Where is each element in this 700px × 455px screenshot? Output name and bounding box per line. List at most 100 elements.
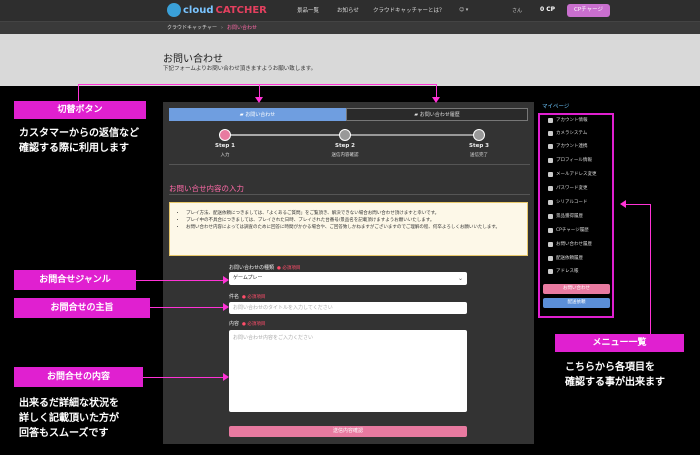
arrow-down-icon (432, 97, 440, 103)
connector-line (650, 204, 651, 334)
step-3-label: Step 3 (469, 143, 489, 149)
tab-history[interactable]: ▰ お問い合わせ履歴 (346, 108, 528, 121)
nav-prizes[interactable]: 景品一覧 (297, 6, 319, 14)
sidebar-item-label: メールアドレス変更 (556, 172, 597, 177)
logo-text-catcher: CATCHER (215, 4, 267, 16)
genre-label: お問い合わせの種類 ● 必須項目 (229, 264, 300, 271)
connector-line (78, 84, 79, 101)
step-1-sub: 入力 (220, 153, 230, 158)
nav-about[interactable]: クラウドキャッチャーとは？ (373, 6, 444, 14)
step-connector (351, 134, 473, 136)
required-text: 必須項目 (247, 295, 266, 300)
nav-news[interactable]: お知らせ (337, 6, 359, 14)
required-text: 必須項目 (247, 322, 266, 327)
content-description-3: 回答もスムーズです (19, 428, 109, 439)
sidebar-item-label: プロフィール情報 (556, 158, 592, 163)
form-section-title: お問い合せ内容の入力 (169, 184, 244, 193)
sidebar-item-profile[interactable]: プロフィール情報 (548, 157, 592, 163)
card-icon (548, 227, 553, 233)
tab-inquiry[interactable]: ▰ お問い合わせ (169, 108, 346, 121)
subject-input[interactable]: お問い合わせのタイトルを入力してください (229, 302, 467, 314)
page-title: お問い合わせ (163, 54, 223, 65)
connector-line (150, 307, 223, 308)
sidebar-item-prizes[interactable]: 景品獲得履歴 (548, 213, 583, 219)
breadcrumb-separator-icon: › (220, 25, 223, 31)
gift-icon (548, 213, 553, 219)
sidebar-item-label: アカウント連携 (556, 144, 588, 149)
sidebar-item-email[interactable]: メールアドレス変更 (548, 171, 597, 177)
key-icon (548, 185, 553, 191)
genre-select-value: ゲームプレー (233, 275, 263, 281)
step-1-label: Step 1 (215, 143, 235, 149)
connector-line (135, 280, 223, 281)
breadcrumb-current: お問い合わせ (226, 25, 257, 31)
sidebar-item-label: 配送依頼履歴 (556, 256, 583, 261)
sidebar-item-address[interactable]: アドレス帳 (548, 268, 579, 274)
notice-item: お問い合わせ内容によっては調査のために回答に時間がかかる場合や、ご回答致しかねま… (186, 224, 521, 231)
connector-line (78, 84, 436, 85)
arrow-right-icon (223, 373, 229, 381)
sidebar-title: マイページ (542, 104, 570, 110)
user-icon[interactable]: ☺ ▾ (459, 7, 468, 13)
required-badge: ● 必須項目 (277, 266, 301, 271)
sidebar-item-password[interactable]: パスワード変更 (548, 185, 588, 191)
notice-item: プレイ方法、配送依頼につきましては、「よくあるご質問」をご覧頂き、解決できない場… (186, 210, 521, 217)
divider (169, 194, 530, 195)
switch-description-2: 確認する際に利用します (19, 143, 129, 154)
chat-icon (548, 241, 553, 247)
content-description-2: 詳しく記載頂いた方が (19, 413, 119, 424)
cloud-logo-icon (167, 3, 181, 17)
sidebar-item-label: シリアルコード (556, 200, 588, 205)
sidebar-item-label: パスワード変更 (556, 186, 588, 191)
sidebar-item-label: アドレス帳 (556, 269, 579, 274)
sidebar-item-link[interactable]: アカウント連携 (548, 143, 588, 149)
sidebar-inquiry-button[interactable]: お問い合わせ (543, 284, 610, 294)
submit-confirm-button[interactable]: 送信内容確認 (229, 426, 467, 437)
genre-label-text: お問い合わせの種類 (229, 265, 275, 271)
user-name: さん (512, 8, 523, 14)
sidebar-item-label: カメラシステム (556, 131, 588, 136)
breadcrumb: クラウドキャッチャー › お問い合わせ (0, 22, 700, 34)
callout-genre: お問合せジャンル (14, 270, 136, 290)
switch-description-1: カスタマーからの返信など (19, 128, 139, 139)
sidebar-item-serial[interactable]: シリアルコード (548, 199, 587, 205)
notice-box: プレイ方法、配送依頼につきましては、「よくあるご質問」をご覧頂き、解決できない場… (169, 202, 528, 256)
callout-content: お問合せの内容 (14, 367, 143, 387)
sidebar-item-charge[interactable]: CPチャージ履歴 (548, 227, 589, 233)
menu-description-1: こちらから各項目を (565, 362, 655, 373)
sidebar-item-inquiry-history[interactable]: お問い合わせ履歴 (548, 241, 592, 247)
sidebar-item-camera[interactable]: カメラシステム (548, 130, 587, 136)
breadcrumb-home[interactable]: クラウドキャッチャー (167, 25, 217, 31)
genre-select[interactable]: ゲームプレー ⌄ (229, 272, 467, 285)
arrow-left-icon (620, 200, 626, 208)
connector-line (626, 204, 650, 205)
notice-item: プレイ中の不具合につきましては、プレイされた日時、プレイされた台番号/景品名を記… (186, 217, 521, 224)
subject-label: 件名 ● 必須項目 (229, 293, 265, 300)
truck-icon (548, 255, 553, 261)
step-connector (231, 134, 339, 136)
sidebar-item-label: お問い合わせ履歴 (556, 242, 592, 247)
arrow-right-icon (223, 276, 229, 284)
body-textarea[interactable]: お問い合わせ内容をご入力ください (229, 330, 467, 412)
step-2-sub: 送信内容確認 (331, 153, 359, 158)
connector-line (259, 84, 260, 97)
sidebar-delivery-button[interactable]: 配送依頼 (543, 298, 610, 308)
step-2-indicator (339, 129, 351, 141)
user-icon (548, 157, 553, 163)
arrow-down-icon (255, 97, 263, 103)
content-description-1: 出来るだ詳細な状況を (19, 398, 119, 409)
cp-balance: 0 CP (540, 6, 556, 13)
link-icon (548, 143, 553, 149)
site-logo[interactable]: cloud CATCHER (167, 3, 267, 17)
sidebar-item-delivery[interactable]: 配送依頼履歴 (548, 255, 583, 261)
sidebar-item-account[interactable]: アカウント情報 (548, 117, 588, 123)
callout-menu: メニュー一覧 (555, 334, 684, 352)
tab-history-label: お問い合わせ履歴 (419, 112, 460, 118)
tab-inquiry-label: お問い合わせ (245, 112, 276, 118)
required-badge: ● 必須項目 (242, 295, 266, 300)
arrow-right-icon (223, 303, 229, 311)
menu-description-2: 確認する事が出来ます (565, 377, 665, 388)
sidebar-item-label: 景品獲得履歴 (556, 214, 583, 219)
cp-charge-button[interactable]: CPチャージ (567, 4, 610, 17)
page-subtitle: 下記フォームよりお問い合わせ頂きますようお願い致します。 (163, 66, 317, 72)
